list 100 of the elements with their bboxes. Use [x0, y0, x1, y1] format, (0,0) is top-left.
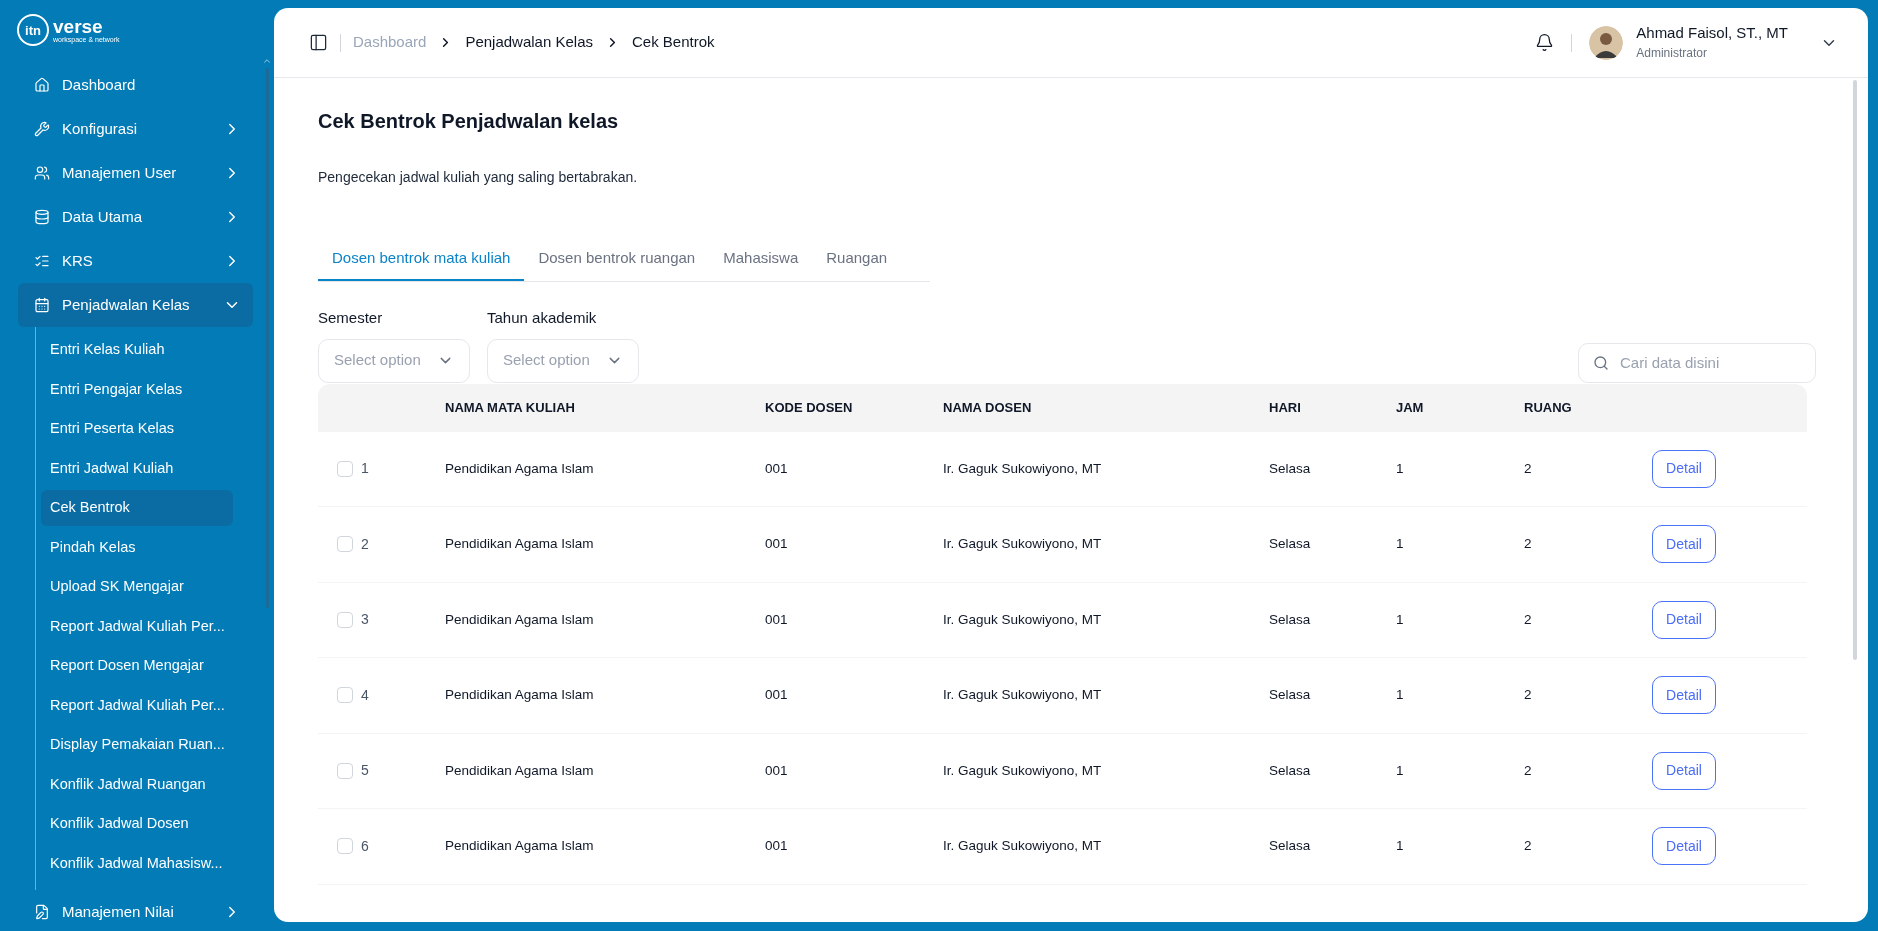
sidebar-subitem[interactable]: Pindah Kelas	[41, 529, 233, 566]
table-cell-text: Ir. Gaguk Sukowiyono, MT	[943, 686, 1103, 705]
table-cell-text: Selasa	[1269, 610, 1312, 629]
table-cell-text: Selasa	[1269, 535, 1312, 554]
detail-button[interactable]: Detail	[1652, 525, 1716, 564]
detail-button[interactable]: Detail	[1652, 676, 1716, 715]
table-cell-text: Pendidikan Agama Islam	[445, 459, 595, 478]
avatar[interactable]	[1589, 25, 1624, 60]
sidebar-subitem[interactable]: Entri Jadwal Kuliah	[41, 450, 233, 487]
row-checkbox[interactable]	[337, 611, 353, 628]
column-header: KODE DOSEN	[765, 398, 854, 417]
table-cell-text: 1	[1396, 761, 1405, 780]
breadcrumb[interactable]: Dashboard	[353, 31, 427, 54]
sidebar-group[interactable]: Manajemen User	[18, 151, 253, 195]
calendar-icon	[34, 297, 50, 313]
sidebar-subitem[interactable]: Konflik Jadwal Mahasisw...	[41, 845, 233, 882]
select-field[interactable]: Select option	[318, 338, 470, 383]
edit-icon	[34, 904, 50, 920]
database-icon	[34, 209, 50, 225]
table-cell-text: 001	[765, 761, 789, 780]
table-cell-text: 2	[1524, 610, 1533, 629]
table-cell-text: 001	[765, 837, 789, 856]
table-cell-text: Selasa	[1269, 459, 1312, 478]
sidebar-item[interactable]: Dashboard	[18, 63, 253, 107]
table-cell-text: 1	[1396, 459, 1405, 478]
scrollbar-thumb[interactable]	[1853, 80, 1857, 660]
home-icon	[34, 77, 50, 93]
table-cell-text: Pendidikan Agama Islam	[445, 610, 595, 629]
sidebar-subitem[interactable]: Konflik Jadwal Dosen	[41, 806, 233, 842]
user-role: Administrator	[1636, 45, 1708, 61]
sidebar-subitem[interactable]: Cek Bentrok	[41, 490, 233, 526]
sidebar-group[interactable]: KRS	[18, 239, 253, 283]
table-cell-text: Ir. Gaguk Sukowiyono, MT	[943, 610, 1103, 629]
row-number: 4	[361, 685, 369, 705]
table-cell-text: 001	[765, 459, 789, 478]
table-cell-text: 2	[1524, 459, 1533, 478]
detail-button[interactable]: Detail	[1652, 751, 1716, 790]
row-number: 1	[361, 459, 369, 479]
table-cell-text: Pendidikan Agama Islam	[445, 535, 595, 554]
wrench-icon	[34, 121, 50, 137]
table-cell-text: 1	[1396, 837, 1405, 856]
tab[interactable]: Mahasiswa	[709, 237, 813, 281]
row-checkbox[interactable]	[337, 687, 353, 704]
scroll-up-icon[interactable]	[262, 56, 272, 66]
sidebar-subitem[interactable]: Report Dosen Mengajar	[41, 648, 233, 684]
sidebar-subitem[interactable]: Entri Kelas Kuliah	[41, 332, 233, 368]
breadcrumb: Cek Bentrok	[632, 32, 715, 53]
sidebar-toggle-icon[interactable]	[309, 33, 328, 52]
sidebar-subitem[interactable]: Report Jadwal Kuliah Per...	[41, 608, 233, 645]
table-cell-text: 1	[1396, 535, 1405, 554]
column-header: NAMA MATA KULIAH	[445, 398, 576, 417]
select-field[interactable]: Select option	[487, 338, 639, 383]
detail-button[interactable]: Detail	[1652, 827, 1716, 866]
search-field[interactable]: Cari data disini	[1578, 342, 1816, 383]
table-cell-text: 2	[1524, 535, 1533, 554]
sidebar-group[interactable]: Manajemen Nilai	[18, 890, 253, 931]
table-cell-text: 2	[1524, 686, 1533, 705]
row-number: 2	[361, 534, 369, 554]
detail-button[interactable]: Detail	[1652, 600, 1716, 639]
row-checkbox[interactable]	[337, 762, 353, 779]
table-cell-text: Ir. Gaguk Sukowiyono, MT	[943, 535, 1103, 554]
sidebar-subitem[interactable]: Konflik Jadwal Ruangan	[41, 766, 233, 803]
logo-name: verse	[53, 17, 104, 36]
table-cell-text: 2	[1524, 837, 1533, 856]
filter-label: Tahun akademik	[487, 308, 598, 328]
table-cell-text: 001	[765, 610, 789, 629]
tab[interactable]: Dosen bentrok ruangan	[524, 237, 710, 281]
table-cell-text: Pendidikan Agama Islam	[445, 837, 595, 856]
tab[interactable]: Dosen bentrok mata kuliah	[318, 237, 525, 281]
sidebar-group[interactable]: Data Utama	[18, 195, 253, 239]
row-number: 5	[361, 761, 369, 781]
filter-label: Semester	[318, 308, 384, 328]
row-checkbox[interactable]	[337, 536, 353, 553]
row-checkbox[interactable]	[337, 460, 353, 477]
detail-button[interactable]: Detail	[1652, 449, 1716, 488]
row-number: 6	[361, 836, 369, 856]
table-cell-text: Ir. Gaguk Sukowiyono, MT	[943, 761, 1103, 780]
logo-mark: itn	[17, 14, 49, 46]
table-cell-text: Ir. Gaguk Sukowiyono, MT	[943, 837, 1103, 856]
row-checkbox[interactable]	[337, 838, 353, 855]
sidebar-subitem[interactable]: Display Pemakaian Ruan...	[41, 727, 233, 763]
table-cell-text: 2	[1524, 761, 1533, 780]
checklist-icon	[34, 253, 50, 269]
table-cell-text: Selasa	[1269, 761, 1312, 780]
table-cell-text: 001	[765, 686, 789, 705]
sidebar-subitem[interactable]: Upload SK Mengajar	[41, 569, 233, 605]
sidebar-subitem[interactable]: Entri Peserta Kelas	[41, 411, 233, 447]
table-cell-text: 1	[1396, 610, 1405, 629]
notification-bell-icon[interactable]	[1535, 33, 1555, 52]
users-icon	[34, 165, 50, 181]
sidebar-subitem[interactable]: Entri Pengajar Kelas	[41, 371, 233, 408]
page-title: Cek Bentrok Penjadwalan kelas	[318, 109, 620, 134]
sidebar-group[interactable]: Konfigurasi	[18, 107, 253, 151]
user-name: Ahmad Faisol, ST., MT	[1636, 24, 1788, 43]
sidebar-group[interactable]: Penjadwalan Kelas	[18, 283, 253, 327]
tab[interactable]: Ruangan	[812, 237, 902, 281]
breadcrumb: Penjadwalan Kelas	[465, 32, 593, 53]
column-header: JAM	[1396, 398, 1425, 417]
sidebar-subitem[interactable]: Report Jadwal Kuliah Per...	[41, 687, 233, 724]
table-cell-text: Selasa	[1269, 837, 1312, 856]
